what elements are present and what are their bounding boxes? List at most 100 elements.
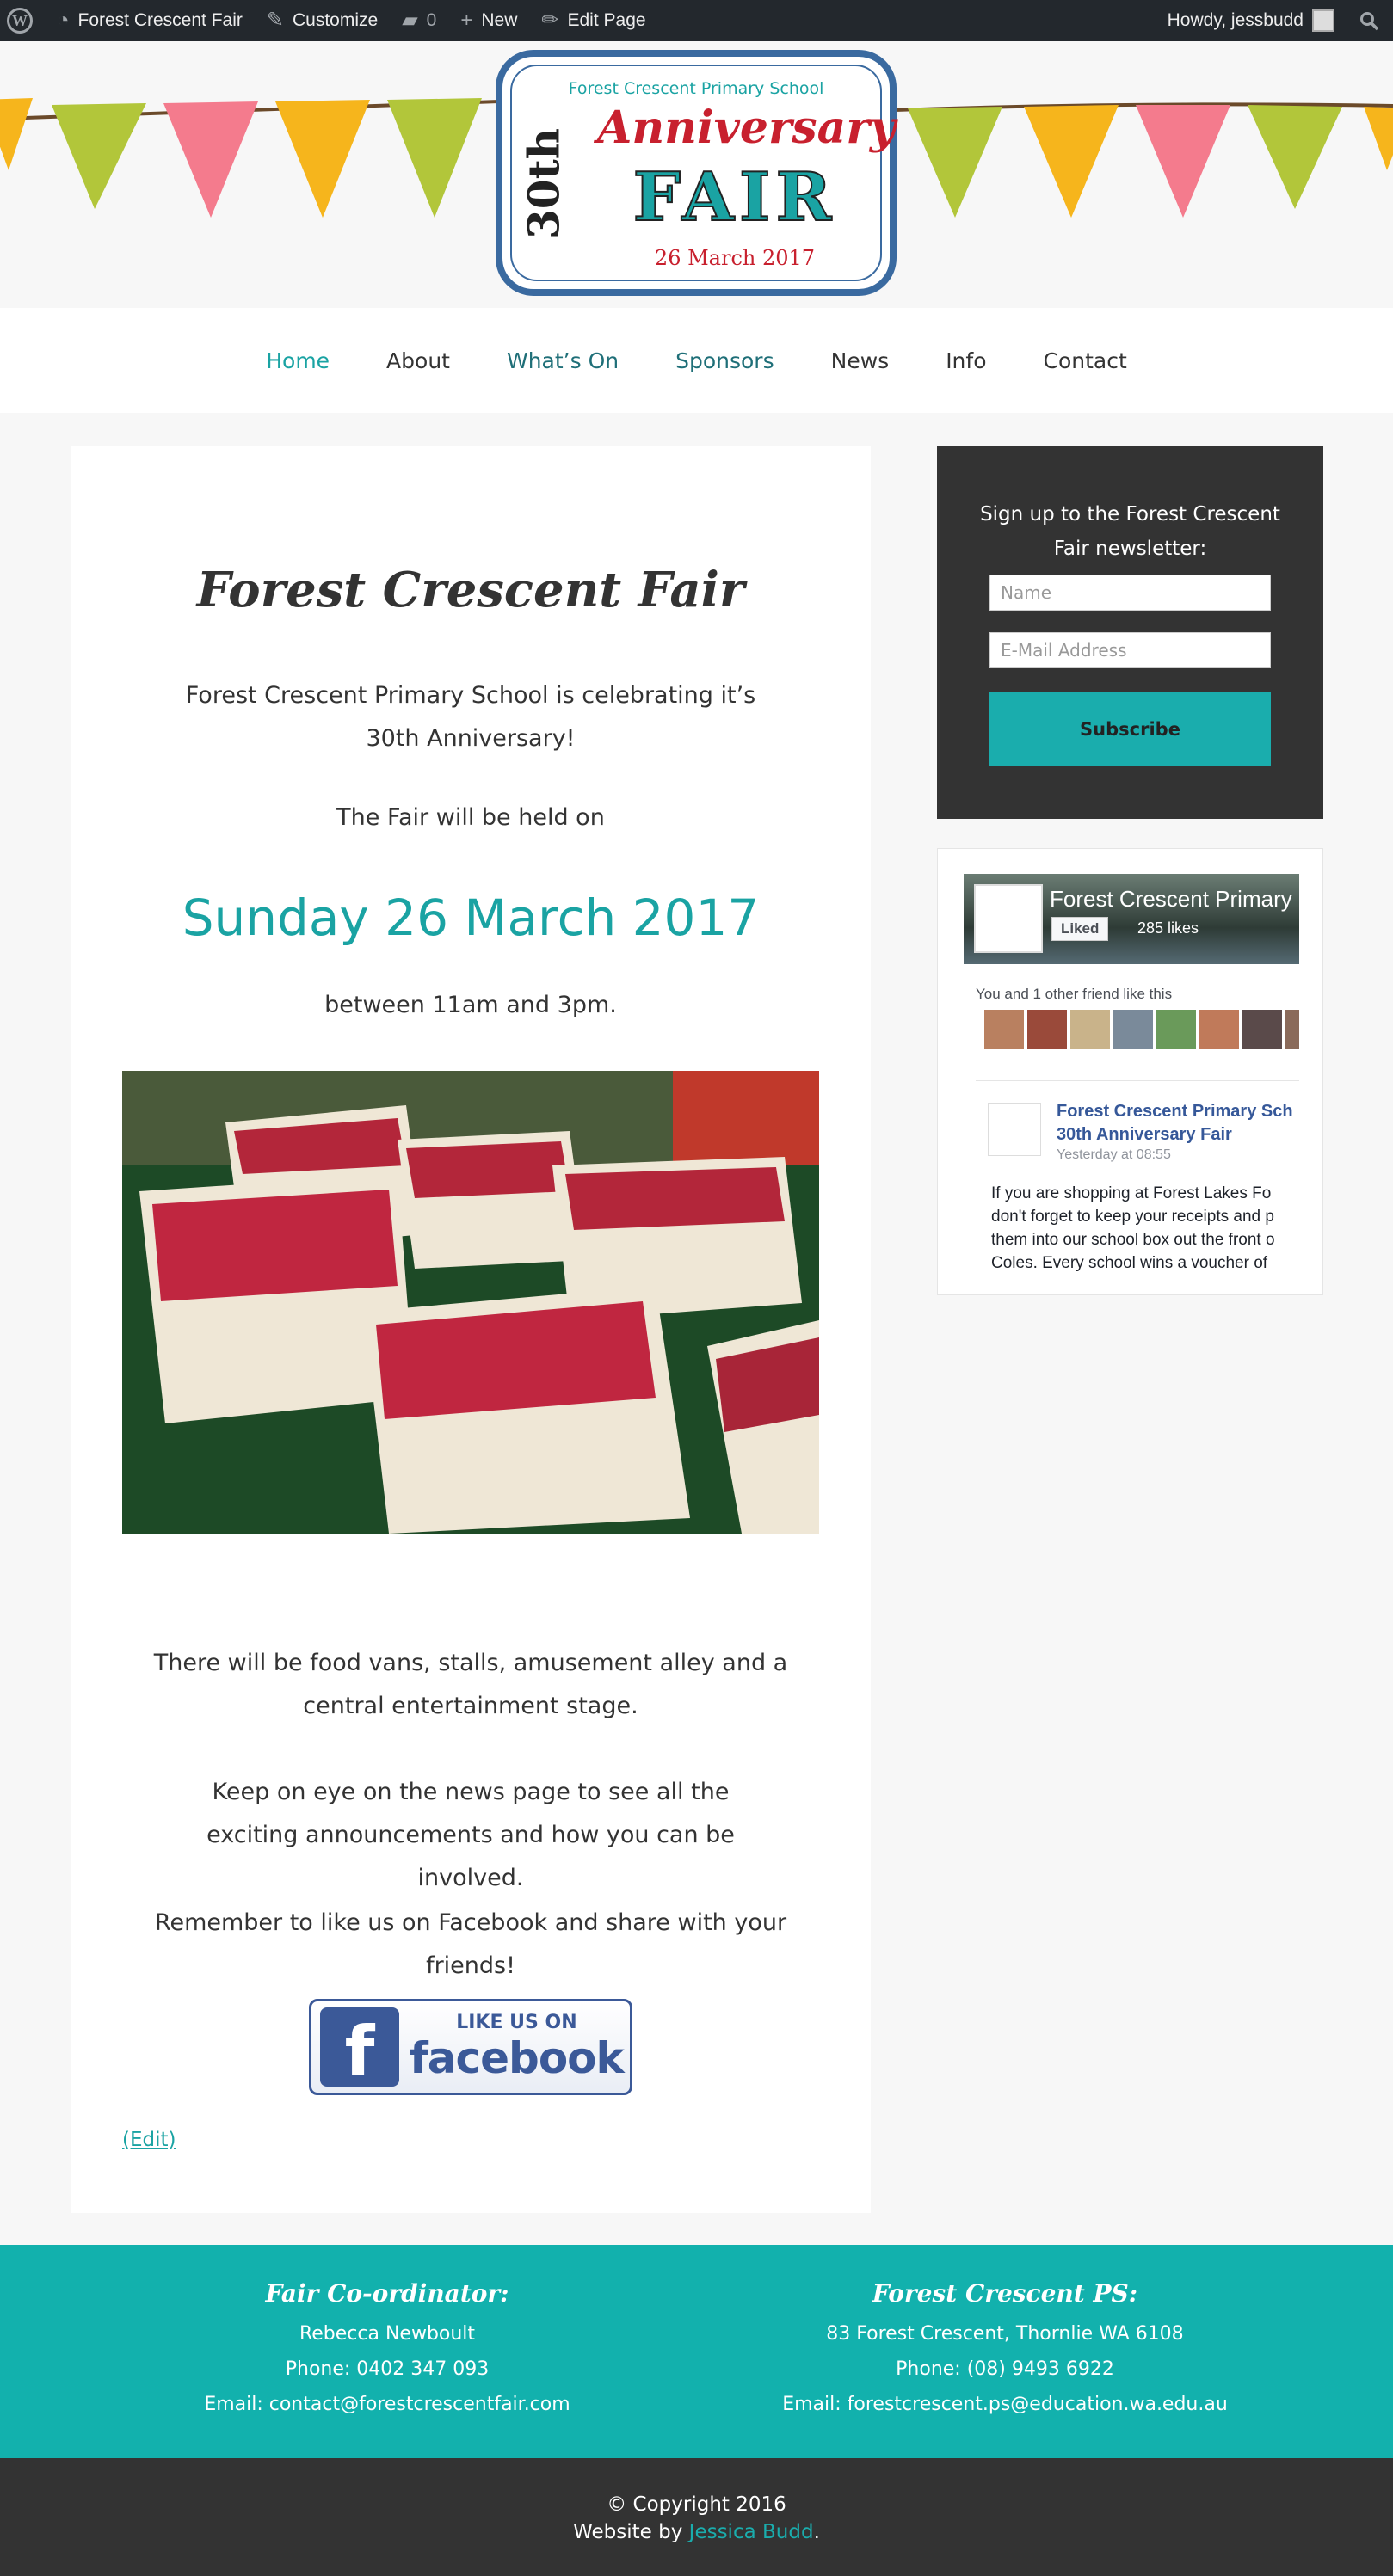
logo-school-name: Forest Crescent Primary School: [568, 79, 824, 98]
fb-face[interactable]: [1285, 1010, 1299, 1049]
facebook-icon: f: [320, 2007, 399, 2087]
fb-post-body-line: If you are shopping at Forest Lakes Fo: [991, 1184, 1272, 1202]
fb-liked-label: Liked: [1061, 920, 1100, 937]
comments-link[interactable]: ▰ 0: [390, 0, 448, 41]
intro-text: Forest Crescent Primary School is celebr…: [185, 682, 756, 752]
fair-logo[interactable]: Forest Crescent Primary School 30th Anni…: [494, 48, 898, 298]
site-name-menu[interactable]: ◔ Forest Crescent Fair: [45, 0, 255, 41]
wordpress-logo-icon: W: [7, 8, 33, 34]
new-label: New: [481, 10, 518, 30]
nav-sponsors[interactable]: Sponsors: [647, 348, 803, 373]
edit-page-label: Edit Page: [567, 10, 646, 30]
nav-about[interactable]: About: [358, 348, 478, 373]
fb-post-title-line-2: 30th Anniversary Fair: [1057, 1125, 1232, 1144]
newsletter-title: Sign up to the Forest Crescent Fair news…: [980, 503, 1280, 560]
fb-face[interactable]: [1156, 1010, 1196, 1049]
nav-whats-on[interactable]: What’s On: [478, 348, 647, 373]
nav-news[interactable]: News: [803, 348, 918, 373]
main-content: Forest Crescent Fair Forest Crescent Pri…: [71, 446, 871, 2213]
fb-page-name[interactable]: Forest Crescent Primary: [1050, 886, 1292, 913]
subscribe-button[interactable]: Subscribe: [989, 692, 1271, 766]
admin-bar: W ◔ Forest Crescent Fair ✎ Customize ▰ 0…: [0, 0, 1393, 41]
fb-friend-faces: [984, 1010, 1299, 1049]
held-on-text: The Fair will be held on: [336, 804, 605, 831]
site-header: Forest Crescent Primary School 30th Anni…: [0, 41, 1393, 308]
plus-icon: +: [460, 9, 473, 32]
customize-label: Customize: [293, 10, 379, 30]
fb-face[interactable]: [984, 1010, 1024, 1049]
author-link[interactable]: Jessica Budd: [689, 2521, 814, 2543]
fb-like-us-on: LIKE US ON: [456, 2011, 577, 2033]
fb-liked-button[interactable]: Liked: [1051, 917, 1109, 941]
admin-search[interactable]: [1347, 0, 1393, 41]
email-input[interactable]: E-Mail Address: [989, 632, 1271, 668]
logo-anniversary: Anniversary: [597, 101, 896, 154]
customize-link[interactable]: ✎ Customize: [255, 0, 390, 41]
paragraph-food: There will be food vans, stalls, amuseme…: [153, 1650, 788, 1719]
wordpress-menu[interactable]: W: [0, 0, 45, 41]
pencil-icon: ✏: [541, 9, 559, 32]
search-icon: [1360, 12, 1379, 31]
fb-post-avatar[interactable]: [988, 1103, 1041, 1156]
event-date: Sunday 26 March 2017: [182, 888, 760, 947]
fb-post-body-line: don't forget to keep your receipts and p: [991, 1208, 1274, 1226]
fb-face[interactable]: [1070, 1010, 1110, 1049]
fb-post-time[interactable]: Yesterday at 08:55: [1057, 1147, 1171, 1163]
page-title: Forest Crescent Fair: [196, 562, 745, 618]
fb-face[interactable]: [1242, 1010, 1282, 1049]
website-by-label: Website by: [573, 2521, 683, 2543]
facebook-button-text: LIKE US ON facebook: [410, 2011, 625, 2083]
footer-coordinator-heading: Fair Co-ordinator:: [265, 2279, 509, 2308]
fb-friends-text: You and 1 other friend like this: [976, 986, 1173, 1002]
copyright-bar: © Copyright 2016 Website by Jessica Budd…: [0, 2458, 1393, 2576]
avatar: [1312, 9, 1334, 32]
paragraph-news: Keep on eye on the news page to see all …: [206, 1779, 735, 1891]
site-name-label: Forest Crescent Fair: [77, 10, 243, 30]
footer-coordinator-name: Rebecca Newboult: [299, 2323, 476, 2345]
logo-ordinal: 30th: [518, 127, 570, 240]
new-content-menu[interactable]: + New: [448, 0, 529, 41]
footer-school-address: 83 Forest Crescent, Thornlie WA 6108: [826, 2323, 1184, 2345]
footer-school-email[interactable]: Email: forestcrescent.ps@education.wa.ed…: [747, 2387, 1263, 2422]
raspberries-photo: [122, 1071, 819, 1534]
comments-count: 0: [426, 10, 437, 30]
fb-face[interactable]: [1199, 1010, 1239, 1049]
fb-post-body: If you are shopping at Forest Lakes Fo d…: [991, 1182, 1275, 1271]
nav-contact[interactable]: Contact: [1015, 348, 1156, 373]
credit-period: .: [813, 2521, 820, 2543]
footer-school-heading: Forest Crescent PS:: [872, 2279, 1138, 2308]
comment-icon: ▰: [402, 9, 418, 32]
my-account-menu[interactable]: Howdy, jessbudd: [1156, 0, 1347, 41]
footer-coordinator: Fair Co-ordinator: Rebecca Newboult Phon…: [129, 2279, 645, 2422]
howdy-label: Howdy, jessbudd: [1167, 10, 1304, 30]
nav-info[interactable]: Info: [917, 348, 1014, 373]
site-footer: Fair Co-ordinator: Rebecca Newboult Phon…: [0, 2245, 1393, 2458]
fb-post-author[interactable]: Forest Crescent Primary Sch 30th Anniver…: [1057, 1100, 1293, 1147]
paragraph-facebook: Remember to like us on Facebook and shar…: [154, 1909, 787, 1979]
footer-coordinator-phone: Phone: 0402 347 093: [285, 2358, 490, 2380]
event-time: between 11am and 3pm.: [324, 992, 617, 1018]
like-us-facebook-button[interactable]: f LIKE US ON facebook: [309, 1999, 632, 2095]
footer-school-phone: Phone: (08) 9493 6922: [896, 2358, 1114, 2380]
fb-face[interactable]: [1113, 1010, 1153, 1049]
fb-page-avatar[interactable]: [974, 884, 1043, 953]
fb-post-title-line-1: Forest Crescent Primary Sch: [1057, 1102, 1293, 1121]
footer-coordinator-email[interactable]: Email: contact@forestcrescentfair.com: [129, 2387, 645, 2422]
fb-face[interactable]: [1027, 1010, 1067, 1049]
fb-post-body-line: them into our school box out the front o: [991, 1231, 1275, 1249]
dashboard-icon: ◔: [57, 9, 70, 32]
newsletter-widget: Sign up to the Forest Crescent Fair news…: [937, 446, 1323, 819]
fb-likes-count: 285 likes: [1137, 919, 1199, 937]
raspberries-image: [122, 1071, 819, 1534]
website-credit: Website by Jessica Budd.: [0, 2518, 1393, 2546]
fb-wordmark: facebook: [410, 2032, 625, 2083]
edit-link[interactable]: (Edit): [122, 2129, 176, 2151]
logo-fair: FAIR: [632, 157, 837, 237]
facebook-page-widget: Forest Crescent Primary Liked 285 likes …: [937, 848, 1323, 1295]
nav-home[interactable]: Home: [237, 348, 358, 373]
name-input[interactable]: Name: [989, 575, 1271, 611]
edit-page-link[interactable]: ✏ Edit Page: [529, 0, 657, 41]
brush-icon: ✎: [266, 9, 284, 32]
fb-post-body-line: Coles. Every school wins a voucher of: [991, 1254, 1268, 1271]
footer-school: Forest Crescent PS: 83 Forest Crescent, …: [747, 2279, 1263, 2422]
